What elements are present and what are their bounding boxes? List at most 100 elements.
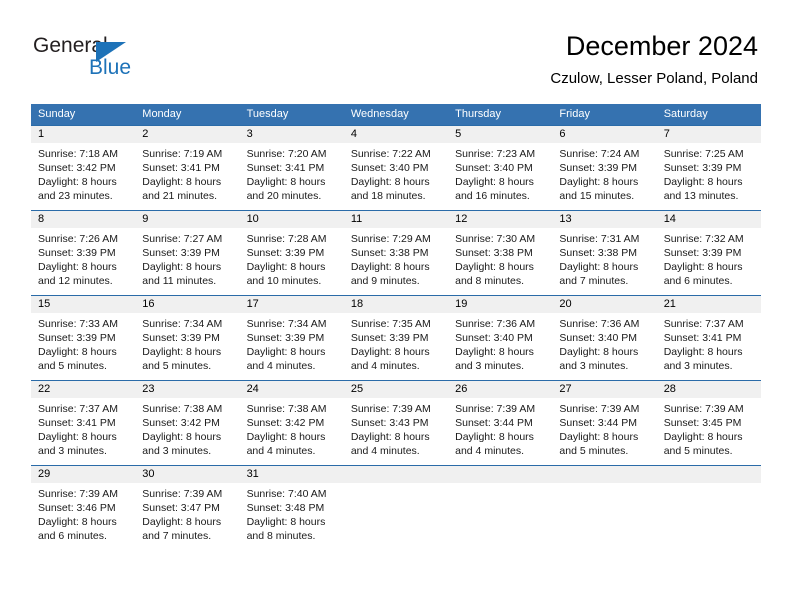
calendar-day-cell[interactable]: 29 Sunrise: 7:39 AM Sunset: 3:46 PM Dayligh… — [31, 465, 136, 550]
sunset-text: Sunset: 3:46 PM — [38, 502, 116, 514]
logo-text-blue: Blue — [89, 56, 132, 79]
day-details: Sunrise: 7:19 AM Sunset: 3:41 PM Daylight:… — [135, 143, 239, 203]
calendar-day-cell[interactable]: 25 Sunrise: 7:39 AM Sunset: 3:43 PM Dayligh… — [343, 380, 449, 466]
weekday-header-tuesday: Tuesday — [239, 104, 344, 126]
calendar-day-cell[interactable]: 1 Sunrise: 7:18 AM Sunset: 3:42 PM Daylight… — [31, 125, 136, 211]
daylight-text-line1: Daylight: 8 hours — [246, 176, 326, 188]
day-number: 2 — [135, 126, 240, 143]
calendar-day-cell[interactable]: 12 Sunrise: 7:30 AM Sunset: 3:38 PM Dayligh… — [448, 210, 553, 296]
sunrise-text: Sunrise: 7:39 AM — [455, 403, 536, 415]
day-number: 31 — [239, 466, 344, 483]
day-cell-content: 11 Sunrise: 7:29 AM Sunset: 3:38 PM Dayligh… — [343, 211, 449, 295]
day-number: 8 — [31, 211, 136, 228]
day-number: 29 — [31, 466, 136, 483]
calendar-day-cell[interactable]: 26 Sunrise: 7:39 AM Sunset: 3:44 PM Dayligh… — [448, 380, 553, 466]
calendar-day-cell[interactable]: 17 Sunrise: 7:34 AM Sunset: 3:39 PM Dayligh… — [239, 295, 344, 381]
sunset-text: Sunset: 3:41 PM — [38, 417, 116, 429]
sunset-text: Sunset: 3:41 PM — [246, 162, 325, 174]
day-details: Sunrise: 7:39 AM Sunset: 3:46 PM Daylight:… — [31, 483, 135, 543]
calendar-day-cell[interactable]: 19 Sunrise: 7:36 AM Sunset: 3:40 PM Dayligh… — [448, 295, 553, 381]
calendar-day-cell[interactable]: 13 Sunrise: 7:31 AM Sunset: 3:38 PM Dayligh… — [552, 210, 657, 296]
calendar-week-row: 15 Sunrise: 7:33 AM Sunset: 3:39 PM Dayligh… — [31, 295, 761, 381]
sunset-text: Sunset: 3:40 PM — [455, 162, 533, 174]
calendar-day-cell[interactable] — [448, 465, 553, 550]
daylight-text-line1: Daylight: 8 hours — [142, 346, 222, 358]
sunrise-text: Sunrise: 7:28 AM — [246, 233, 327, 245]
day-number: 27 — [552, 381, 657, 398]
sunrise-text: Sunrise: 7:19 AM — [142, 148, 223, 160]
day-cell-content: 10 Sunrise: 7:28 AM Sunset: 3:39 PM Dayligh… — [239, 211, 344, 295]
day-cell-content: 20 Sunrise: 7:36 AM Sunset: 3:40 PM Dayligh… — [552, 296, 657, 380]
calendar-day-cell[interactable]: 10 Sunrise: 7:28 AM Sunset: 3:39 PM Dayligh… — [239, 210, 344, 296]
calendar-day-cell[interactable]: 6 Sunrise: 7:24 AM Sunset: 3:39 PM Daylight… — [552, 125, 657, 211]
day-cell-content — [552, 466, 657, 550]
sunrise-text: Sunrise: 7:39 AM — [142, 488, 223, 500]
page-subtitle: Czulow, Lesser Poland, Poland — [550, 70, 758, 87]
day-number: 16 — [135, 296, 240, 313]
day-cell-content: 2 Sunrise: 7:19 AM Sunset: 3:41 PM Daylight… — [135, 126, 240, 210]
daylight-text-line1: Daylight: 8 hours — [142, 261, 222, 273]
day-number: 22 — [31, 381, 136, 398]
calendar-day-cell[interactable] — [656, 465, 761, 550]
calendar-day-cell[interactable]: 14 Sunrise: 7:32 AM Sunset: 3:39 PM Dayligh… — [656, 210, 761, 296]
calendar-day-cell[interactable]: 28 Sunrise: 7:39 AM Sunset: 3:45 PM Dayligh… — [656, 380, 761, 466]
day-number: 15 — [31, 296, 136, 313]
calendar-day-cell[interactable]: 22 Sunrise: 7:37 AM Sunset: 3:41 PM Dayligh… — [31, 380, 136, 466]
sunrise-text: Sunrise: 7:30 AM — [455, 233, 536, 245]
daylight-text-line2: and 15 minutes. — [559, 190, 635, 202]
day-number — [552, 466, 657, 483]
calendar-day-cell[interactable]: 7 Sunrise: 7:25 AM Sunset: 3:39 PM Daylight… — [656, 125, 761, 211]
day-number: 11 — [343, 211, 449, 228]
daylight-text-line2: and 4 minutes. — [455, 445, 525, 457]
daylight-text-line1: Daylight: 8 hours — [38, 261, 117, 273]
calendar-day-cell[interactable]: 20 Sunrise: 7:36 AM Sunset: 3:40 PM Dayligh… — [552, 295, 657, 381]
daylight-text-line1: Daylight: 8 hours — [663, 346, 743, 358]
calendar-day-cell[interactable]: 27 Sunrise: 7:39 AM Sunset: 3:44 PM Dayligh… — [552, 380, 657, 466]
calendar-day-cell[interactable]: 16 Sunrise: 7:34 AM Sunset: 3:39 PM Dayligh… — [135, 295, 240, 381]
day-details: Sunrise: 7:39 AM Sunset: 3:44 PM Daylight:… — [448, 398, 552, 458]
day-details: Sunrise: 7:20 AM Sunset: 3:41 PM Daylight:… — [240, 143, 344, 203]
day-number: 19 — [448, 296, 553, 313]
day-cell-content: 9 Sunrise: 7:27 AM Sunset: 3:39 PM Daylight… — [135, 211, 240, 295]
day-details — [657, 483, 761, 487]
day-details — [448, 483, 552, 487]
calendar-day-cell[interactable]: 11 Sunrise: 7:29 AM Sunset: 3:38 PM Dayligh… — [343, 210, 449, 296]
calendar-day-cell[interactable]: 30 Sunrise: 7:39 AM Sunset: 3:47 PM Dayligh… — [135, 465, 240, 550]
daylight-text-line1: Daylight: 8 hours — [663, 431, 743, 443]
calendar-day-cell[interactable]: 9 Sunrise: 7:27 AM Sunset: 3:39 PM Daylight… — [135, 210, 240, 296]
calendar-day-cell[interactable]: 8 Sunrise: 7:26 AM Sunset: 3:39 PM Daylight… — [31, 210, 136, 296]
day-cell-content: 5 Sunrise: 7:23 AM Sunset: 3:40 PM Daylight… — [448, 126, 553, 210]
sunset-text: Sunset: 3:39 PM — [38, 332, 116, 344]
day-cell-content — [343, 466, 449, 550]
calendar-day-cell[interactable]: 21 Sunrise: 7:37 AM Sunset: 3:41 PM Dayligh… — [656, 295, 761, 381]
calendar-day-cell[interactable]: 15 Sunrise: 7:33 AM Sunset: 3:39 PM Dayligh… — [31, 295, 136, 381]
calendar-day-cell[interactable] — [552, 465, 657, 550]
sunset-text: Sunset: 3:39 PM — [38, 247, 116, 259]
sunrise-text: Sunrise: 7:27 AM — [142, 233, 223, 245]
day-number: 12 — [448, 211, 553, 228]
weekday-header-wednesday: Wednesday — [343, 104, 449, 126]
calendar-day-cell[interactable]: 18 Sunrise: 7:35 AM Sunset: 3:39 PM Dayligh… — [343, 295, 449, 381]
calendar-day-cell[interactable]: 4 Sunrise: 7:22 AM Sunset: 3:40 PM Daylight… — [343, 125, 449, 211]
calendar-day-cell[interactable] — [343, 465, 449, 550]
day-details: Sunrise: 7:34 AM Sunset: 3:39 PM Daylight:… — [135, 313, 239, 373]
calendar-day-cell[interactable]: 3 Sunrise: 7:20 AM Sunset: 3:41 PM Daylight… — [239, 125, 344, 211]
day-details: Sunrise: 7:38 AM Sunset: 3:42 PM Daylight:… — [135, 398, 239, 458]
daylight-text-line2: and 18 minutes. — [350, 190, 426, 202]
calendar-day-cell[interactable]: 5 Sunrise: 7:23 AM Sunset: 3:40 PM Daylight… — [448, 125, 553, 211]
generalblue-logo[interactable]: General Blue — [33, 34, 163, 84]
sunset-text: Sunset: 3:39 PM — [142, 332, 220, 344]
daylight-text-line2: and 4 minutes. — [246, 445, 316, 457]
calendar-day-cell[interactable]: 2 Sunrise: 7:19 AM Sunset: 3:41 PM Daylight… — [135, 125, 240, 211]
day-cell-content: 15 Sunrise: 7:33 AM Sunset: 3:39 PM Dayligh… — [31, 296, 136, 380]
daylight-text-line2: and 5 minutes. — [663, 445, 733, 457]
day-details: Sunrise: 7:36 AM Sunset: 3:40 PM Daylight:… — [448, 313, 552, 373]
calendar-day-cell[interactable]: 23 Sunrise: 7:38 AM Sunset: 3:42 PM Dayligh… — [135, 380, 240, 466]
calendar-day-cell[interactable]: 31 Sunrise: 7:40 AM Sunset: 3:48 PM Dayligh… — [239, 465, 344, 550]
calendar-week-row: 22 Sunrise: 7:37 AM Sunset: 3:41 PM Dayligh… — [31, 380, 761, 466]
calendar-day-cell[interactable]: 24 Sunrise: 7:38 AM Sunset: 3:42 PM Dayligh… — [239, 380, 344, 466]
sunrise-text: Sunrise: 7:39 AM — [663, 403, 744, 415]
sunrise-text: Sunrise: 7:24 AM — [559, 148, 640, 160]
sunset-text: Sunset: 3:39 PM — [142, 247, 220, 259]
sunrise-text: Sunrise: 7:39 AM — [559, 403, 640, 415]
